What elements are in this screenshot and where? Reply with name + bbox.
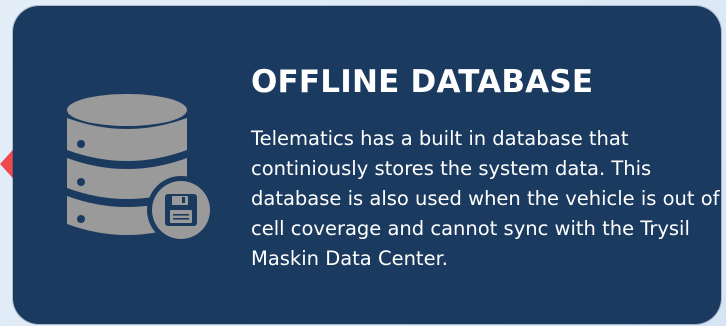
database-save-icon <box>67 94 215 244</box>
offline-database-card: OFFLINE DATABASE Telematics has a built … <box>13 6 721 324</box>
card-description: Telematics has a built in database that … <box>251 127 720 270</box>
card-title: OFFLINE DATABASE <box>251 64 594 100</box>
